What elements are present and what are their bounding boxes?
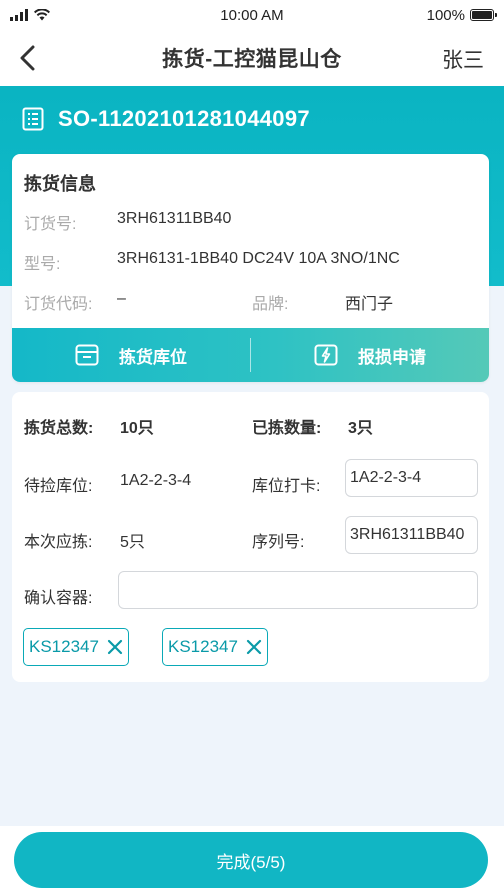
order-code-value: 3RH61311BB40	[117, 210, 232, 227]
container-tag-label: KS12347	[168, 637, 238, 656]
scan-location-input[interactable]	[345, 459, 478, 497]
chevron-left-icon	[20, 45, 35, 71]
action-bar: 拣货库位 报损申请	[12, 328, 489, 382]
pending-location-label: 待捡库位:	[24, 478, 93, 495]
order-number: SO-11202101281044097	[58, 106, 310, 131]
container-tag[interactable]: KS12347	[23, 628, 129, 666]
model-label: 型号:	[24, 256, 61, 273]
this-pick-value: 5只	[120, 534, 145, 551]
container-tag[interactable]: KS12347	[162, 628, 268, 666]
status-bar: 10:00 AM 100%	[0, 0, 504, 30]
back-button[interactable]	[8, 38, 48, 78]
status-left	[10, 9, 50, 21]
close-icon[interactable]	[107, 639, 123, 655]
container-label: 确认容器:	[24, 590, 93, 607]
pick-info-title: 拣货信息	[24, 174, 96, 194]
pick-location-label: 拣货库位	[119, 347, 187, 367]
order-code-label: 订货号:	[24, 216, 77, 233]
battery-icon	[470, 9, 497, 21]
order-alias-value: –	[117, 290, 126, 307]
total-label: 拣货总数:	[24, 420, 94, 437]
picking-card: 拣货总数: 10只 已拣数量: 3只 待捡库位: 1A2-2-3-4 库位打卡:…	[12, 392, 489, 682]
nav-bar: 拣货-工控猫昆山仓 张三	[0, 30, 504, 86]
signal-icon	[10, 9, 28, 21]
serial-input[interactable]	[345, 516, 478, 554]
brand-label: 品牌:	[252, 296, 289, 313]
pick-location-button[interactable]: 拣货库位	[12, 328, 250, 382]
picked-label: 已拣数量:	[252, 420, 322, 437]
pending-location-value: 1A2-2-3-4	[120, 472, 192, 489]
serial-label: 序列号:	[252, 534, 305, 551]
order-alias-label: 订货代码:	[24, 296, 93, 313]
done-button[interactable]: 完成(5/5)	[14, 832, 488, 888]
scan-location-label: 库位打卡:	[252, 478, 321, 495]
pick-info-card: 拣货信息 订货号: 3RH61311BB40 型号: 3RH6131-1BB40…	[12, 154, 489, 382]
box-icon	[75, 344, 99, 366]
model-value: 3RH6131-1BB40 DC24V 10A 3NO/1NC	[117, 250, 400, 267]
damage-report-button[interactable]: 报损申请	[251, 328, 489, 382]
close-icon[interactable]	[246, 639, 262, 655]
user-name[interactable]: 张三	[442, 44, 484, 74]
status-right: 100%	[426, 6, 497, 24]
wifi-icon	[34, 9, 50, 21]
order-row: SO-11202101281044097	[22, 106, 310, 132]
picked-value: 3只	[348, 420, 373, 437]
brand-value: 西门子	[345, 296, 394, 313]
battery-percent: 100%	[426, 6, 465, 24]
lightning-icon	[314, 344, 338, 366]
page-title: 拣货-工控猫昆山仓	[162, 48, 342, 71]
document-icon	[22, 107, 44, 131]
damage-report-label: 报损申请	[358, 347, 426, 367]
this-pick-label: 本次应拣:	[24, 534, 93, 551]
container-tag-label: KS12347	[29, 637, 99, 656]
container-input[interactable]	[118, 571, 478, 609]
battery-fill	[472, 11, 492, 19]
total-value: 10只	[120, 420, 154, 437]
